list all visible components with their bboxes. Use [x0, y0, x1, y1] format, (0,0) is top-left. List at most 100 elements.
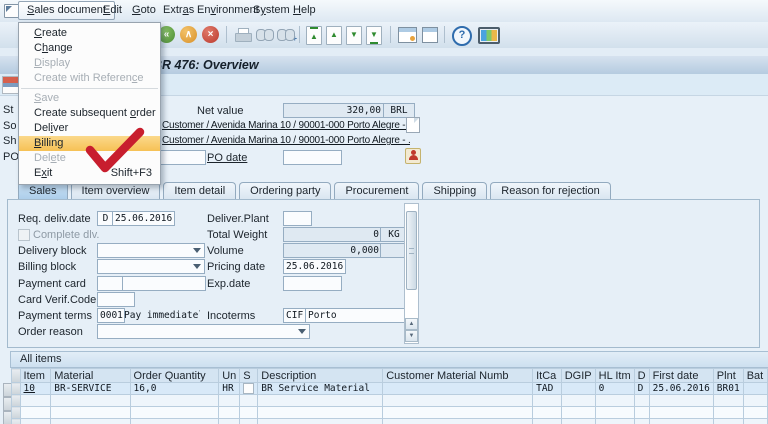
row-selector[interactable]	[12, 383, 21, 395]
print-icon[interactable]	[234, 28, 252, 42]
payment-card-number-field[interactable]	[122, 276, 206, 291]
menubar-item-edit[interactable]: Edit	[103, 4, 122, 16]
net-value-label: Net value	[197, 105, 243, 117]
help-icon[interactable]: ?	[452, 26, 472, 46]
po-date-label: PO date	[207, 152, 247, 164]
form-scrollbar[interactable]: ▲ ▼	[404, 203, 419, 344]
menubar-item-sales-document[interactable]: Sales document	[18, 1, 115, 20]
tab-procurement[interactable]: Procurement	[334, 182, 419, 200]
partially-visible-app-icon[interactable]	[2, 76, 19, 94]
menu-item-create[interactable]: Create	[19, 26, 160, 41]
exit-icon[interactable]: ∧	[180, 26, 197, 43]
partial-label-po-number: PO	[3, 151, 19, 163]
scroll-down-icon[interactable]: ▼	[405, 330, 418, 342]
row-checkbox[interactable]	[243, 383, 254, 394]
menu-item-create-subsequent-order[interactable]: Create subsequent order	[19, 106, 160, 121]
partial-label-ship-to: Sh	[3, 135, 16, 147]
page-title: BR 476: Overview	[153, 58, 259, 72]
previous-page-icon[interactable]: ▲	[326, 26, 342, 45]
billing-block-select[interactable]	[97, 259, 205, 274]
row-selector[interactable]	[12, 419, 21, 424]
delivery-block-label: Delivery block	[18, 245, 86, 257]
menu-separator	[21, 88, 158, 89]
menubar-item-extras[interactable]: Extras	[163, 4, 194, 16]
order-reason-select[interactable]	[97, 324, 310, 339]
find-next-icon[interactable]: +	[277, 29, 295, 41]
toolbar-separator	[444, 26, 445, 43]
all-items-header: All items	[10, 351, 768, 368]
partial-label-standard-order: St	[3, 104, 13, 116]
payment-card-type-field[interactable]	[97, 276, 124, 291]
volume-label: Volume	[207, 245, 244, 257]
scroll-up-icon[interactable]: ▲	[405, 318, 418, 330]
sap-window: Sales document Edit Goto Extras Environm…	[0, 0, 768, 424]
tab-reason-for-rejection[interactable]: Reason for rejection	[490, 182, 610, 200]
scrollbar-thumb[interactable]	[406, 211, 417, 290]
card-verif-code-label: Card Verif.Code	[18, 294, 96, 306]
req-deliv-date-field[interactable]: 25.06.2016	[112, 211, 175, 226]
menubar-item-environment[interactable]: Environment	[197, 4, 259, 16]
po-date-field[interactable]	[283, 150, 342, 165]
order-reason-label: Order reason	[18, 326, 83, 338]
row-selector[interactable]	[12, 407, 21, 419]
table-row-empty[interactable]	[12, 407, 768, 419]
document-icon[interactable]	[406, 117, 420, 133]
menubar-item-system[interactable]: System	[253, 4, 290, 16]
last-page-icon[interactable]: ▼	[366, 26, 382, 45]
table-header-row: Item Material Order Quantity Un S Descri…	[12, 369, 768, 383]
card-verif-code-field[interactable]	[97, 292, 135, 307]
deliver-plant-field[interactable]	[283, 211, 312, 226]
row-selector[interactable]	[12, 395, 21, 407]
incoterms-code-field[interactable]: CIF	[283, 308, 307, 323]
complete-dlv-checkbox[interactable]	[18, 229, 30, 241]
menubar-item-goto[interactable]: Goto	[132, 4, 156, 16]
payment-terms-text: Pay immediately w/ ..	[124, 310, 200, 321]
table-row-empty[interactable]	[12, 395, 768, 407]
customize-layout-icon[interactable]	[478, 27, 500, 44]
menu-item-display[interactable]: Display	[19, 56, 160, 71]
partial-label-sold-to: So	[3, 120, 16, 132]
delivery-block-select[interactable]	[97, 243, 205, 258]
menubar-item-help[interactable]: Help	[293, 4, 316, 16]
payment-terms-label: Payment terms	[18, 310, 92, 322]
tab-shipping[interactable]: Shipping	[422, 182, 487, 200]
item-number-link[interactable]: 10	[24, 383, 35, 394]
table-row[interactable]: 10 BR-SERVICE 16,0 HR BR Service Materia…	[12, 383, 768, 395]
toolbar-separator	[226, 26, 227, 43]
total-weight-field: 0	[283, 227, 382, 242]
table-row-empty[interactable]	[12, 419, 768, 424]
partner-icon[interactable]	[405, 148, 421, 164]
select-all-cell[interactable]	[12, 369, 21, 383]
tab-ordering-party[interactable]: Ordering party	[239, 182, 331, 200]
currency-field: BRL	[383, 103, 415, 118]
next-page-icon[interactable]: ▼	[346, 26, 362, 45]
pricing-date-field[interactable]: 25.06.2016	[283, 259, 346, 274]
toolbar-separator	[299, 26, 300, 43]
req-deliv-date-label: Req. deliv.date	[18, 213, 91, 225]
net-value-field: 320,00	[283, 103, 384, 118]
complete-dlv-label: Complete dlv.	[33, 229, 99, 241]
deliver-plant-label: Deliver.Plant	[207, 213, 269, 225]
pricing-date-label: Pricing date	[207, 261, 265, 273]
sold-to-party-link[interactable]: Customer / Avenida Marina 10 / 90001-000…	[162, 120, 410, 131]
total-weight-label: Total Weight	[207, 229, 267, 241]
menu-item-change[interactable]: Change	[19, 41, 160, 56]
payment-terms-code-field[interactable]: 0001	[97, 308, 125, 323]
first-page-icon[interactable]: ▲	[306, 26, 322, 45]
exp-date-label: Exp.date	[207, 278, 250, 290]
menu-item-create-with-reference[interactable]: Create with Reference	[19, 71, 160, 86]
new-session-icon[interactable]	[398, 27, 417, 43]
ship-to-party-link[interactable]: Customer / Avenida Marina 10 / 90001-000…	[162, 135, 410, 146]
red-checkmark-annotation	[82, 126, 148, 174]
exp-date-field[interactable]	[283, 276, 342, 291]
menu-item-save[interactable]: Save	[19, 91, 160, 106]
tab-item-detail[interactable]: Item detail	[163, 182, 236, 200]
find-icon[interactable]	[256, 29, 274, 41]
incoterms-label: Incoterms	[207, 310, 255, 322]
menu-bar: Sales document Edit Goto Extras Environm…	[0, 0, 768, 23]
payment-card-label: Payment card	[18, 278, 86, 290]
incoterms-location-field[interactable]: Porto	[305, 308, 406, 323]
cancel-icon[interactable]: ×	[202, 26, 219, 43]
window-system-icon[interactable]	[4, 4, 19, 18]
create-shortcut-icon[interactable]	[422, 27, 438, 43]
